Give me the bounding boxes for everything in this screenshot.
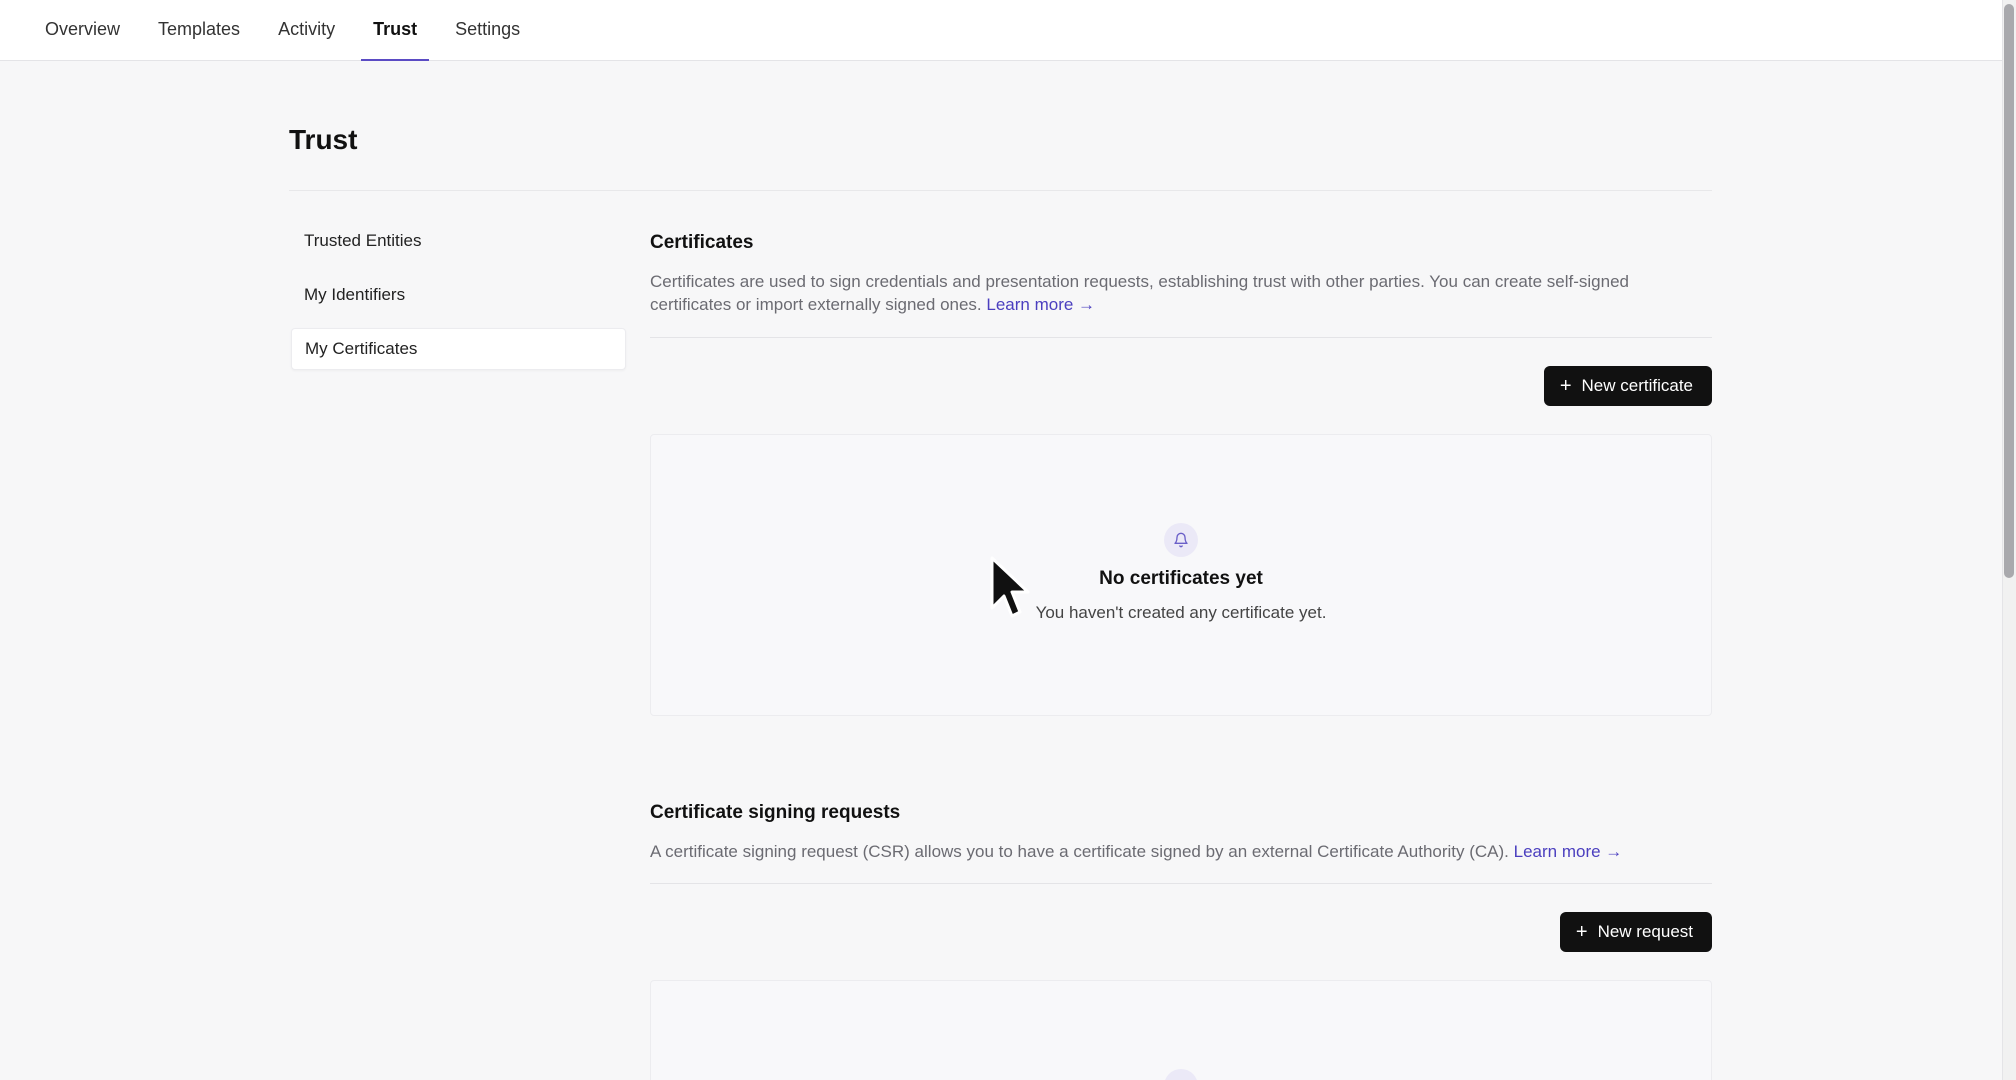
new-request-label: New request bbox=[1597, 922, 1693, 941]
new-certificate-label: New certificate bbox=[1581, 376, 1693, 395]
title-divider bbox=[289, 190, 1712, 191]
sidebar-item-my-certificates[interactable]: My Certificates bbox=[291, 328, 626, 370]
page-title: Trust bbox=[289, 124, 358, 155]
certificates-description-text: Certificates are used to sign credential… bbox=[650, 272, 1630, 314]
tab-activity[interactable]: Activity bbox=[266, 0, 347, 60]
csr-section: Certificate signing requests A certifica… bbox=[650, 802, 1712, 1080]
csr-divider bbox=[650, 883, 1712, 884]
tab-trust[interactable]: Trust bbox=[361, 0, 430, 61]
certificates-empty-state: No certificates yet You haven't created … bbox=[650, 434, 1712, 716]
tab-overview[interactable]: Overview bbox=[33, 0, 132, 60]
certificates-section: Certificates Certificates are used to si… bbox=[650, 232, 1712, 718]
mouse-pointer-icon bbox=[990, 556, 1030, 618]
empty-state-subtitle: You haven't created any certificate yet. bbox=[1035, 603, 1327, 622]
certificates-title: Certificates bbox=[650, 232, 754, 253]
trust-sidebar: Trusted Entities My Identifiers My Certi… bbox=[291, 220, 626, 382]
sidebar-item-my-identifiers[interactable]: My Identifiers bbox=[291, 274, 626, 316]
scrollbar[interactable] bbox=[2002, 0, 2016, 1080]
csr-empty-state bbox=[650, 980, 1712, 1080]
bell-icon bbox=[1164, 523, 1198, 557]
csr-description-text: A certificate signing request (CSR) allo… bbox=[650, 842, 1509, 861]
csr-description: A certificate signing request (CSR) allo… bbox=[650, 840, 1712, 863]
tab-templates[interactable]: Templates bbox=[146, 0, 252, 60]
csr-title: Certificate signing requests bbox=[650, 802, 901, 823]
sidebar-item-trusted-entities[interactable]: Trusted Entities bbox=[291, 220, 626, 262]
new-certificate-button[interactable]: + New certificate bbox=[1543, 366, 1712, 406]
csr-learn-more-link[interactable]: Learn more → bbox=[1514, 842, 1623, 861]
top-navigation: Overview Templates Activity Trust Settin… bbox=[0, 0, 2002, 61]
plus-icon: + bbox=[1559, 375, 1572, 397]
plus-icon: + bbox=[1575, 921, 1588, 943]
certificates-divider bbox=[650, 337, 1712, 338]
new-request-button[interactable]: + New request bbox=[1559, 912, 1712, 952]
bell-icon bbox=[1164, 1069, 1198, 1080]
certificates-learn-more-link[interactable]: Learn more → bbox=[986, 295, 1095, 314]
certificates-description: Certificates are used to sign credential… bbox=[650, 270, 1712, 316]
scrollbar-thumb[interactable] bbox=[2004, 4, 2014, 578]
empty-state-title: No certificates yet bbox=[1099, 568, 1263, 589]
tab-settings[interactable]: Settings bbox=[443, 0, 532, 60]
